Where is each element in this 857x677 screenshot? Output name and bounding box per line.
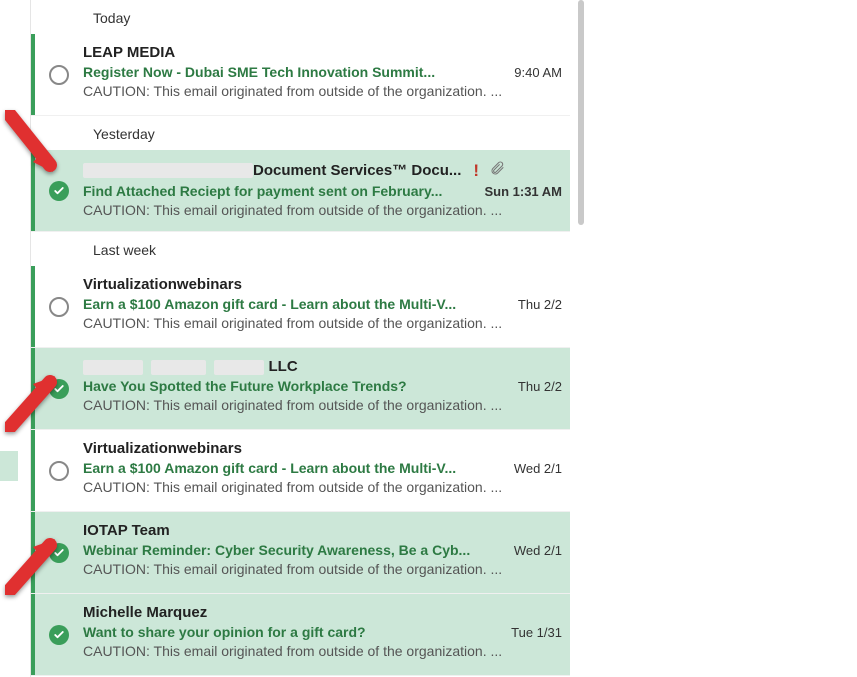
received-time: Sun 1:31 AM [484,184,562,199]
sender-name: Virtualizationwebinars [83,276,242,293]
sidebar-collapse-nub[interactable] [0,451,18,481]
mail-item[interactable]: IOTAP Team Webinar Reminder: Cyber Secur… [31,512,570,594]
sender-name: Virtualizationwebinars [83,440,242,457]
select-checkbox[interactable] [49,297,69,317]
preview-text: CAUTION: This email originated from outs… [83,202,562,218]
select-checkbox[interactable] [49,461,69,481]
preview-text: CAUTION: This email originated from outs… [83,643,562,659]
group-header-yesterday[interactable]: Yesterday [31,116,570,150]
preview-text: CAUTION: This email originated from outs… [83,315,562,331]
subject: Have You Spotted the Future Workplace Tr… [83,378,492,394]
subject: Find Attached Reciept for payment sent o… [83,183,476,199]
redacted-text [214,360,264,375]
select-checkbox-checked[interactable] [49,379,69,399]
select-checkbox-checked[interactable] [49,181,69,201]
message-list: Today LEAP MEDIA Register Now - Dubai SM… [30,0,570,677]
received-time: Thu 2/2 [500,297,562,312]
subject: Register Now - Dubai SME Tech Innovation… [83,64,492,80]
mail-item[interactable]: Virtualizationwebinars Earn a $100 Amazo… [31,430,570,512]
sender-name: LEAP MEDIA [83,44,175,61]
check-icon [53,185,65,197]
select-checkbox-checked[interactable] [49,543,69,563]
check-icon [53,547,65,559]
received-time: Wed 2/1 [500,461,562,476]
redacted-text [151,360,206,375]
sender-name: Michelle Marquez [83,604,207,621]
preview-text: CAUTION: This email originated from outs… [83,561,562,577]
check-icon [53,383,65,395]
select-checkbox-checked[interactable] [49,625,69,645]
group-header-today[interactable]: Today [31,0,570,34]
redacted-text [83,360,143,375]
received-time: Wed 2/1 [500,543,562,558]
attachment-icon [489,160,505,180]
group-header-lastweek[interactable]: Last week [31,232,570,266]
mail-item[interactable]: LLC Have You Spotted the Future Workplac… [31,348,570,430]
sender-name: LLC [83,358,298,375]
preview-text: CAUTION: This email originated from outs… [83,397,562,413]
subject: Webinar Reminder: Cyber Security Awarene… [83,542,492,558]
subject: Earn a $100 Amazon gift card - Learn abo… [83,296,492,312]
check-icon [53,629,65,641]
sender-name: Document Services™ Docu... [83,162,461,179]
mail-item[interactable]: Virtualizationwebinars Earn a $100 Amazo… [31,266,570,348]
subject: Want to share your opinion for a gift ca… [83,624,492,640]
mail-item[interactable]: Document Services™ Docu... ! Find Attach… [31,150,570,232]
sender-name: IOTAP Team [83,522,170,539]
received-time: 9:40 AM [500,65,562,80]
preview-text: CAUTION: This email originated from outs… [83,83,562,99]
preview-text: CAUTION: This email originated from outs… [83,479,562,495]
received-time: Tue 1/31 [500,625,562,640]
mail-item[interactable]: Michelle Marquez Want to share your opin… [31,594,570,676]
scrollbar-thumb[interactable] [578,0,584,225]
redacted-text [83,163,253,178]
subject: Earn a $100 Amazon gift card - Learn abo… [83,460,492,476]
high-importance-icon: ! [473,162,479,179]
mail-item[interactable]: LEAP MEDIA Register Now - Dubai SME Tech… [31,34,570,116]
select-checkbox[interactable] [49,65,69,85]
received-time: Thu 2/2 [500,379,562,394]
